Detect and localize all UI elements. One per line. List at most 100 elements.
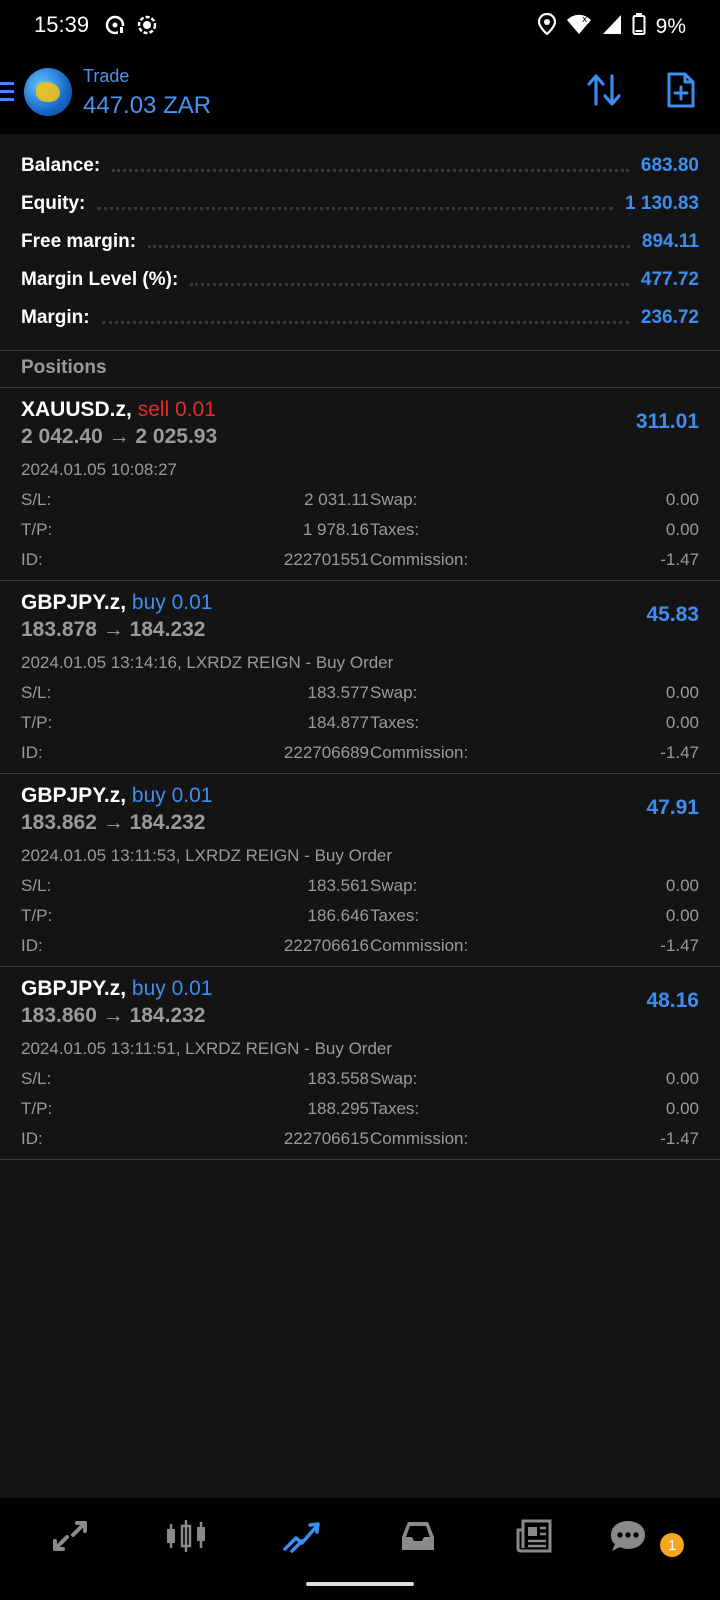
- id-value: 222701551: [283, 550, 369, 569]
- position-profit: 45.83: [646, 603, 699, 626]
- summary-row-equity: Equity: 1 130.83: [21, 185, 699, 223]
- news-icon: [515, 1518, 553, 1559]
- taxes-label: Taxes:: [370, 1099, 420, 1118]
- sl-value: 183.558: [307, 1069, 369, 1088]
- position-prices: 183.862 → 184.232: [21, 811, 206, 834]
- chat-badge: 1: [660, 1533, 684, 1557]
- summary-value: 477.72: [640, 269, 699, 290]
- tp-value: 1 978.16: [302, 520, 369, 539]
- summary-label: Margin:: [21, 307, 90, 328]
- commission-value: -1.47: [660, 743, 699, 762]
- position-profit: 47.91: [646, 796, 699, 819]
- position-side: buy 0.01: [131, 591, 213, 614]
- new-order-button[interactable]: [661, 72, 701, 112]
- position-symbol: GBPJPY.z,: [21, 591, 127, 614]
- sort-button[interactable]: [584, 72, 624, 112]
- menu-icon[interactable]: [0, 82, 14, 106]
- position-prices: 2 042.40 → 2 025.93: [21, 425, 218, 448]
- add-document-icon: [666, 72, 696, 113]
- position-prices: 183.878 → 184.232: [21, 618, 206, 641]
- home-indicator[interactable]: [306, 1582, 414, 1586]
- swap-label: Swap:: [370, 490, 418, 509]
- id-label: ID:: [21, 1129, 43, 1148]
- id-value: 222706615: [283, 1129, 369, 1148]
- taxes-value: 0.00: [665, 520, 699, 539]
- position-row[interactable]: GBPJPY.z, buy 0.01 183.862 → 184.232 47.…: [0, 774, 720, 967]
- summary-row-balance: Balance: 683.80: [21, 147, 699, 185]
- tp-label: T/P:: [21, 906, 53, 925]
- battery-icon: [632, 13, 646, 41]
- summary-row-margin: Margin: 236.72: [21, 299, 699, 337]
- chat-icon: [608, 1518, 648, 1559]
- summary-value: 894.11: [641, 231, 699, 252]
- nav-news[interactable]: [514, 1518, 554, 1558]
- nav-chart[interactable]: [166, 1518, 206, 1558]
- summary-value: 236.72: [640, 307, 699, 328]
- position-side: buy 0.01: [131, 784, 213, 807]
- position-time: 2024.01.05 10:08:27: [21, 460, 177, 479]
- position-row[interactable]: GBPJPY.z, buy 0.01 183.878 → 184.232 45.…: [0, 581, 720, 774]
- position-row[interactable]: XAUUSD.z, sell 0.01 2 042.40 → 2 025.93 …: [0, 388, 720, 581]
- commission-label: Commission:: [370, 936, 469, 955]
- commission-value: -1.47: [660, 936, 699, 955]
- trade-icon: [282, 1519, 322, 1558]
- nav-quotes[interactable]: [50, 1518, 90, 1558]
- positions-section-header: Positions: [0, 351, 720, 388]
- commission-label: Commission:: [370, 1129, 469, 1148]
- position-profit: 48.16: [646, 989, 699, 1012]
- swap-value: 0.00: [665, 1069, 699, 1088]
- taxes-label: Taxes:: [370, 713, 420, 732]
- id-value: 222706616: [283, 936, 369, 955]
- id-value: 222706689: [283, 743, 369, 762]
- taxes-value: 0.00: [665, 713, 699, 732]
- position-side: sell 0.01: [137, 398, 216, 421]
- summary-label: Free margin:: [21, 231, 137, 252]
- swap-label: Swap:: [370, 1069, 418, 1088]
- status-time: 15:39: [34, 12, 90, 37]
- account-summary: Balance: 683.80 Equity: 1 130.83 Free ma…: [0, 134, 720, 351]
- wifi-icon: x: [566, 13, 592, 41]
- app-logo[interactable]: [24, 68, 72, 116]
- summary-label: Balance:: [21, 155, 101, 176]
- position-prices: 183.860 → 184.232: [21, 1004, 206, 1027]
- swap-value: 0.00: [665, 490, 699, 509]
- app-header: Trade 447.03 ZAR: [0, 52, 720, 134]
- summary-value: 1 130.83: [625, 193, 699, 214]
- sl-value: 183.561: [307, 876, 369, 895]
- position-time: 2024.01.05 13:11:51, LXRDZ REIGN - Buy O…: [21, 1039, 393, 1058]
- commission-value: -1.47: [660, 550, 699, 569]
- signal-icon: [602, 13, 622, 41]
- circle-dot-icon: [136, 14, 158, 41]
- nav-trade[interactable]: [282, 1518, 322, 1558]
- sl-value: 183.577: [307, 683, 369, 702]
- position-symbol: GBPJPY.z,: [21, 784, 127, 807]
- position-profit: 311.01: [635, 410, 699, 433]
- swap-value: 0.00: [665, 876, 699, 895]
- position-row[interactable]: GBPJPY.z, buy 0.01 183.860 → 184.232 48.…: [0, 967, 720, 1160]
- positions-title: Positions: [21, 357, 107, 378]
- sl-label: S/L:: [21, 1069, 52, 1088]
- history-icon: [399, 1519, 437, 1558]
- position-symbol: XAUUSD.z,: [21, 398, 132, 421]
- taxes-value: 0.00: [665, 906, 699, 925]
- nav-chat[interactable]: [608, 1518, 648, 1558]
- tp-value: 188.295: [307, 1099, 369, 1118]
- status-bar: 15:39 x 9%: [0, 0, 720, 52]
- sl-value: 2 031.11: [304, 490, 369, 509]
- summary-row-free-margin: Free margin: 894.11: [21, 223, 699, 261]
- taxes-label: Taxes:: [370, 906, 420, 925]
- swap-value: 0.00: [665, 683, 699, 702]
- position-symbol: GBPJPY.z,: [21, 977, 127, 1000]
- commission-label: Commission:: [370, 550, 469, 569]
- tp-value: 184.877: [307, 713, 369, 732]
- location-icon: [537, 12, 556, 41]
- sl-label: S/L:: [21, 683, 52, 702]
- tp-label: T/P:: [21, 520, 53, 539]
- position-time: 2024.01.05 13:14:16, LXRDZ REIGN - Buy O…: [21, 653, 394, 672]
- svg-text:x: x: [582, 15, 588, 25]
- media-icon: [104, 14, 126, 41]
- commission-label: Commission:: [370, 743, 469, 762]
- nav-history[interactable]: [398, 1518, 438, 1558]
- quotes-icon: [51, 1519, 89, 1558]
- page-title: Trade: [83, 66, 130, 86]
